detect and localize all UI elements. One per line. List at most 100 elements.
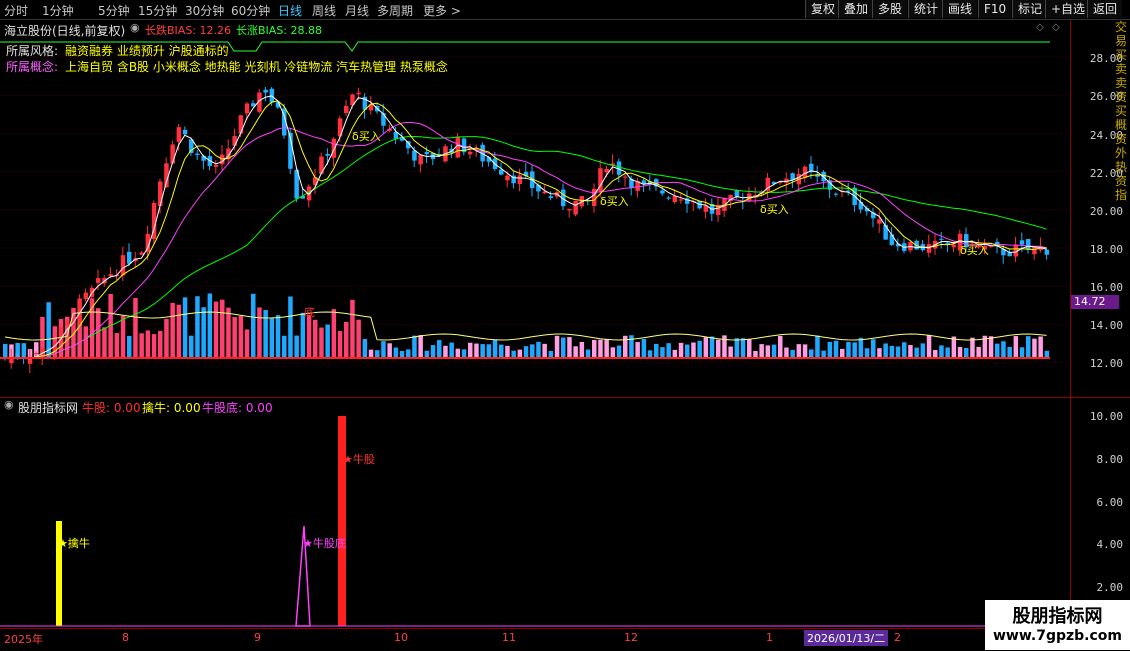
tab-60min[interactable]: 60分钟 — [231, 2, 270, 19]
volume-bar — [244, 329, 250, 357]
volume-bar — [182, 297, 188, 357]
volume-bar — [201, 307, 206, 357]
candle — [120, 255, 126, 276]
volume-bar — [226, 307, 231, 357]
buy-signal: δ买入 — [600, 195, 629, 208]
date-label: 2025年 — [4, 633, 43, 646]
volume-bar — [926, 335, 932, 357]
volume-bar — [83, 326, 89, 357]
volume-bar — [709, 336, 715, 357]
multi-stock-button[interactable]: 多股 — [872, 0, 908, 18]
volume-bar — [536, 341, 541, 357]
stats-button[interactable]: 统计 — [908, 0, 944, 18]
candle — [424, 151, 430, 155]
volume-bar — [678, 342, 684, 357]
volume-bar — [368, 349, 374, 357]
volume-bar — [778, 335, 783, 357]
tab-daily[interactable]: 日线 — [278, 2, 302, 19]
candle — [1032, 246, 1037, 255]
volume-bar — [213, 301, 219, 357]
adjust-button[interactable]: 复权 — [805, 0, 841, 18]
candle — [195, 153, 200, 155]
volume-bar — [585, 349, 591, 357]
f10-button[interactable]: F10 — [978, 0, 1012, 18]
volume-bar — [356, 319, 361, 357]
candle — [1026, 238, 1031, 250]
volume-bar — [102, 327, 107, 357]
volume-bar — [158, 330, 163, 357]
indicator-tick: 8.00 — [1096, 453, 1124, 466]
tab-multi-period[interactable]: 多周期 — [377, 2, 413, 19]
tab-1min[interactable]: 1分钟 — [42, 2, 74, 19]
volume-bar — [468, 342, 473, 357]
overlay-button[interactable]: 叠加 — [838, 0, 874, 18]
price-pane[interactable]: 海立股份(日线,前复权) ◉ 长跌BIAS: 12.26 长涨BIAS: 28.… — [0, 20, 1070, 397]
volume-bar — [127, 335, 132, 357]
volume-bar — [344, 321, 349, 357]
tab-weekly[interactable]: 周线 — [312, 2, 336, 19]
volume-bar — [902, 342, 907, 357]
buy-signal: δ买入 — [760, 203, 789, 216]
volume-bar — [623, 335, 628, 357]
mark-button[interactable]: 标记 — [1012, 0, 1048, 18]
volume-bar — [734, 338, 740, 357]
volume-bar — [1013, 336, 1019, 357]
volume-bar — [815, 335, 820, 357]
indicator-chart-svg — [0, 416, 1070, 627]
candle — [65, 320, 70, 326]
date-label: 9 — [254, 631, 261, 644]
top-toolbar: 分时 1分钟 5分钟 15分钟 30分钟 60分钟 日线 周线 月线 多周期 更… — [0, 0, 1130, 20]
indicator-pane[interactable]: ◉ 股朋指标网 牛股: 0.00 擒牛: 0.00 牛股底: 0.00 ★擒牛 … — [0, 398, 1070, 628]
volume-bar — [809, 349, 814, 357]
tab-monthly[interactable]: 月线 — [345, 2, 369, 19]
back-button[interactable]: 返回 — [1087, 0, 1123, 18]
volume-bar — [685, 344, 690, 357]
tab-5min[interactable]: 5分钟 — [98, 2, 130, 19]
volume-bar — [635, 342, 640, 357]
buy-signal: δ买入 — [352, 130, 381, 143]
candle — [517, 175, 523, 185]
volume-bar — [765, 345, 771, 357]
tab-15min[interactable]: 15分钟 — [138, 2, 177, 19]
candle — [325, 153, 330, 156]
volume-bar — [238, 315, 244, 357]
volume-bar — [796, 344, 802, 357]
date-label: 11 — [502, 631, 516, 644]
volume-bar — [1007, 346, 1012, 357]
volume-bar — [598, 339, 603, 357]
volume-bar — [542, 343, 547, 357]
volume-bar — [461, 349, 467, 357]
volume-bar — [728, 346, 733, 357]
volume-bar — [672, 349, 678, 357]
volume-bar — [294, 335, 299, 357]
volume-bar — [666, 343, 671, 357]
volume-bar — [697, 340, 702, 357]
volume-bar — [976, 346, 981, 357]
volume-bar — [610, 347, 616, 357]
volume-bar — [3, 343, 8, 357]
volume-bar — [387, 343, 392, 357]
volume-bar — [933, 350, 938, 357]
tab-timeshare[interactable]: 分时 — [4, 2, 28, 19]
volume-bar — [251, 293, 256, 357]
volume-bar — [604, 338, 609, 357]
candle — [238, 115, 244, 134]
volume-bar — [21, 343, 27, 357]
candle — [939, 238, 944, 240]
volume-bar — [573, 346, 578, 357]
candle — [176, 127, 182, 142]
tab-30min[interactable]: 30分钟 — [185, 2, 224, 19]
volume-bar — [821, 350, 826, 357]
draw-line-button[interactable]: 画线 — [942, 0, 978, 18]
volume-bar — [771, 344, 777, 357]
candle — [83, 292, 89, 300]
add-watchlist-button[interactable]: +自选 — [1045, 0, 1091, 18]
tab-more[interactable]: 更多 > — [423, 2, 461, 19]
volume-bar — [232, 317, 237, 357]
candle — [127, 251, 132, 264]
volume-bar — [877, 348, 882, 357]
volume-bar — [846, 341, 851, 357]
volume-bar — [424, 350, 430, 357]
volume-bar — [939, 345, 944, 357]
candle — [244, 103, 250, 114]
